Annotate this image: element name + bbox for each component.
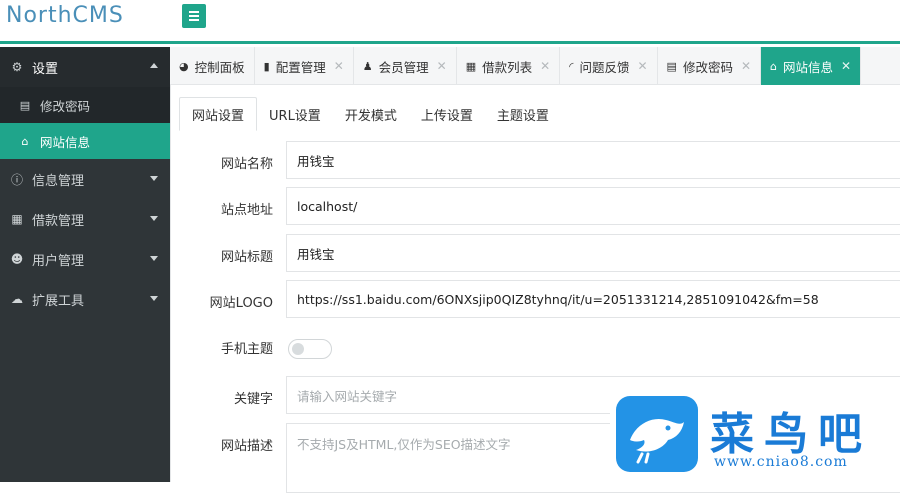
cogs-icon: ⚙ [11,60,23,74]
bird-logo-icon [616,396,698,472]
close-icon[interactable]: ✕ [637,59,647,73]
hamburger-line [189,15,199,17]
mobile-theme-label: 手机主题 [220,342,273,357]
subtab-upload-settings[interactable]: 上传设置 [409,97,485,131]
top-bar: NorthCMS [0,0,900,44]
subtab-url-settings[interactable]: URL设置 [257,97,333,131]
site-logo-label: 网站LOGO [209,296,273,311]
bird-logo-graphic [630,418,684,464]
sidebar-item-label: 网站信息 [40,134,91,150]
form-row-site-logo: 网站LOGO https://ss1.baidu.com/6ONXsjip0QI… [171,280,900,318]
tab-label: 问题反馈 [579,59,630,75]
chevron-down-icon [150,176,158,181]
sidebar-group-users[interactable]: ☻ 用户管理 [0,239,170,279]
chevron-down-icon [150,296,158,301]
watermark-title: 菜鸟吧 [710,409,872,460]
rss-icon: ◜ [569,59,574,73]
users-icon: ☻ [10,252,24,266]
close-icon[interactable]: ✕ [741,59,751,73]
close-icon[interactable]: ✕ [437,59,447,73]
site-title-input[interactable]: 用钱宝 [286,234,900,272]
tab-label: 控制面板 [194,59,245,75]
site-url-input[interactable]: localhost/ [286,187,900,225]
site-title-label: 网站标题 [220,250,273,265]
id-card-icon: ▤ [666,59,677,73]
tab-label: 网站信息 [783,59,834,75]
dashboard-icon: ◕ [179,59,189,73]
sidebar-group-settings[interactable]: ⚙ 设置 [0,47,170,87]
subtab-theme-settings[interactable]: 主题设置 [485,97,561,131]
tab-label: 借款列表 [482,59,533,75]
sidebar-group-tools[interactable]: ☁ 扩展工具 [0,279,170,319]
calendar-icon: ▦ [465,59,477,73]
tab-change-password[interactable]: ▤ 修改密码 ✕ [658,47,762,85]
sidebar-group-label: 扩展工具 [32,293,85,309]
subtab-dev-mode[interactable]: 开发模式 [333,97,409,131]
tab-label: 修改密码 [682,59,733,75]
id-card-icon: ▤ [19,98,31,112]
app-brand[interactable]: NorthCMS [6,3,124,28]
site-name-label: 网站名称 [220,157,273,172]
chevron-down-icon [150,216,158,221]
cloud-icon: ☁ [11,292,23,306]
database-icon: ▮ [263,59,270,73]
calendar-icon: ▦ [11,212,23,226]
home-icon: ⌂ [21,134,29,148]
info-icon: ⓘ [10,172,23,187]
tab-site-info[interactable]: ⌂ 网站信息 ✕ [761,47,862,85]
hamburger-line [189,19,199,21]
tab-loans[interactable]: ▦ 借款列表 ✕ [457,47,561,85]
form-row-site-title: 网站标题 用钱宝 [171,234,900,272]
menu-toggle-button[interactable] [182,4,206,28]
toggle-knob [292,343,304,355]
settings-subtabs: 网站设置 URL设置 开发模式 上传设置 主题设置 [179,97,561,131]
site-name-input[interactable]: 用钱宝 [286,141,900,179]
sidebar-group-label: 信息管理 [32,173,85,189]
sidebar-item-label: 修改密码 [40,98,91,114]
tab-dashboard[interactable]: ◕ 控制面板 [170,47,255,85]
watermark-url: www.cniao8.com [714,454,848,470]
form-row-site-name: 网站名称 用钱宝 [171,141,900,179]
watermark: 菜鸟吧 www.cniao8.com [610,392,900,482]
chevron-up-icon [150,63,158,68]
sidebar-group-info[interactable]: ⓘ 信息管理 [0,159,170,199]
tab-label: 会员管理 [378,59,429,75]
tab-members[interactable]: ♟ 会员管理 ✕ [354,47,457,85]
tab-feedback[interactable]: ◜ 问题反馈 ✕ [560,47,658,85]
site-url-label: 站点地址 [220,203,273,218]
sidebar-group-label: 借款管理 [32,213,85,229]
close-icon[interactable]: ✕ [540,59,550,73]
tab-bar: ◕ 控制面板 ▮ 配置管理 ✕ ♟ 会员管理 ✕ ▦ 借款列表 ✕ ◜ 问题反馈… [170,47,900,85]
sidebar-item-site-info[interactable]: ⌂ 网站信息 [0,123,170,159]
tab-config[interactable]: ▮ 配置管理 ✕ [255,47,354,85]
subtab-site-settings[interactable]: 网站设置 [179,97,258,131]
description-label: 网站描述 [220,439,273,454]
form-row-mobile-theme: 手机主题 [171,327,900,357]
sidebar-group-label: 设置 [32,61,59,77]
chevron-down-icon [150,256,158,261]
mobile-theme-toggle[interactable] [288,339,332,359]
site-logo-input[interactable]: https://ss1.baidu.com/6ONXsjip0QIZ8tyhnq… [286,280,900,318]
form-row-site-url: 站点地址 localhost/ [171,187,900,225]
tab-label: 配置管理 [275,59,326,75]
keywords-label: 关键字 [233,392,273,407]
home-icon: ⌂ [770,59,778,73]
user-icon: ♟ [362,59,373,73]
close-icon[interactable]: ✕ [841,59,851,73]
hamburger-icon [189,11,199,13]
close-icon[interactable]: ✕ [334,59,344,73]
sidebar-group-label: 用户管理 [32,253,85,269]
sidebar: ⚙ 设置 ▤ 修改密码 ⌂ 网站信息 ⓘ 信息管理 ▦ 借款管理 ☻ 用户管理 … [0,47,170,482]
sidebar-item-change-password[interactable]: ▤ 修改密码 [0,87,170,123]
sidebar-group-loans[interactable]: ▦ 借款管理 [0,199,170,239]
